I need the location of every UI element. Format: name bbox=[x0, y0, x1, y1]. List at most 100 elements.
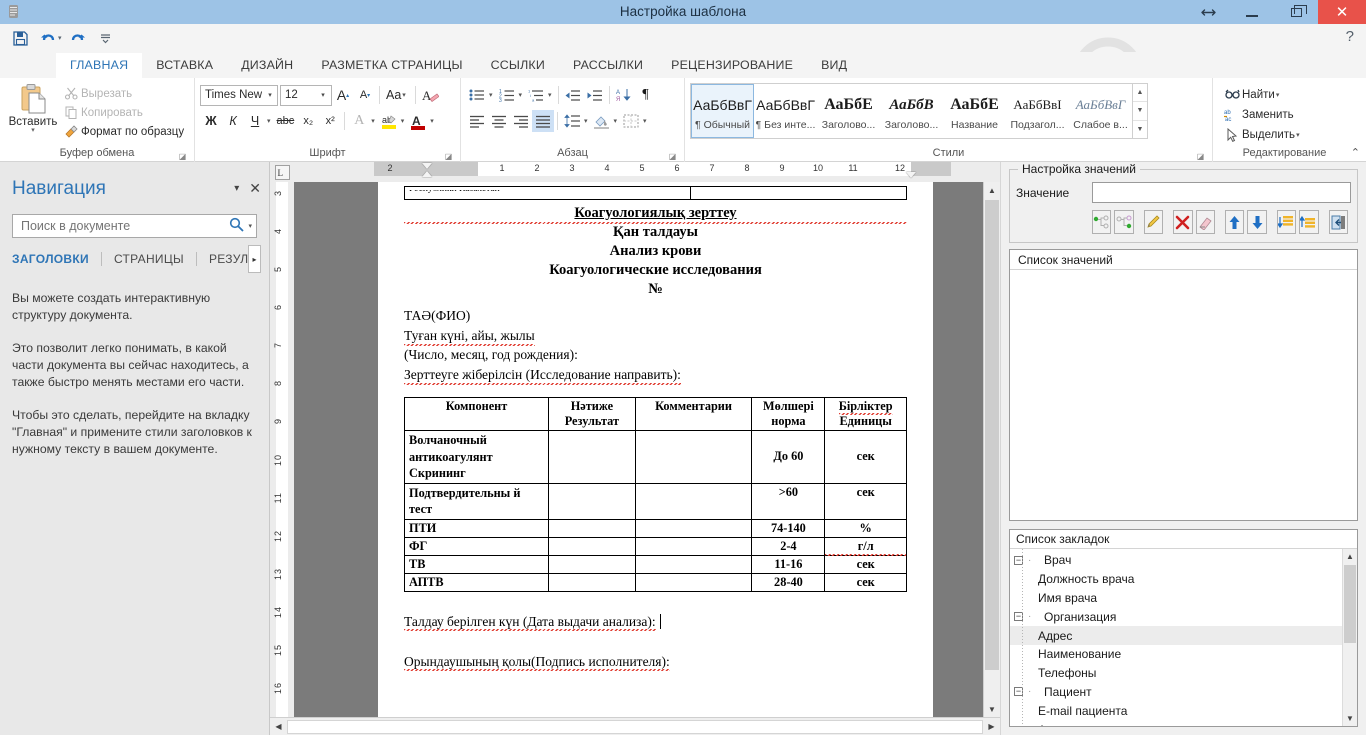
navigation-close-icon[interactable]: ✕ bbox=[249, 181, 261, 195]
document-vertical-scrollbar[interactable]: ▲ ▼ bbox=[983, 182, 1000, 717]
align-justify-icon[interactable] bbox=[532, 110, 554, 132]
cell-norm[interactable]: До 60 bbox=[751, 430, 826, 484]
cell-unit[interactable]: сек bbox=[824, 482, 907, 520]
increase-indent-icon[interactable] bbox=[584, 84, 606, 106]
scroll-down-icon[interactable]: ▼ bbox=[984, 701, 1000, 717]
styles-dialog-launcher[interactable]: ◪ bbox=[1196, 152, 1205, 161]
save-icon[interactable] bbox=[6, 25, 34, 51]
cell-component[interactable]: АПТВ bbox=[403, 572, 550, 592]
cell-comment[interactable] bbox=[634, 518, 753, 538]
document-scroll-region[interactable]: Республики Казахстан Коагуологиялық зерт… bbox=[294, 182, 1000, 717]
table-row[interactable]: ТВ 11-16 сек bbox=[403, 554, 907, 574]
underline-button[interactable]: Ч bbox=[244, 110, 266, 132]
sort-icon[interactable]: AЯ bbox=[613, 84, 635, 106]
highlight-color-icon[interactable]: ab bbox=[378, 110, 400, 132]
cell-norm[interactable]: 2-4 bbox=[751, 536, 826, 556]
tab-page-layout[interactable]: РАЗМЕТКА СТРАНИЦЫ bbox=[307, 53, 476, 78]
navigation-search-box[interactable]: ▾ bbox=[12, 214, 257, 238]
style-item-subtitle[interactable]: АаБбВвІ Подзагол... bbox=[1006, 84, 1069, 138]
styles-scroll-down-icon[interactable]: ▼ bbox=[1133, 102, 1147, 121]
first-line-indent-marker[interactable] bbox=[422, 163, 432, 169]
erase-icon[interactable] bbox=[1195, 210, 1216, 234]
align-left-icon[interactable] bbox=[466, 110, 488, 132]
cell-comment[interactable] bbox=[634, 536, 753, 556]
shrink-font-button[interactable]: A ▾ bbox=[354, 84, 376, 106]
tab-review[interactable]: РЕЦЕНЗИРОВАНИЕ bbox=[657, 53, 807, 78]
lab-table[interactable]: Компонент Нәтиже Результат Комментарии Мө… bbox=[403, 397, 907, 592]
tab-mailings[interactable]: РАССЫЛКИ bbox=[559, 53, 657, 78]
cell-norm[interactable]: 11-16 bbox=[751, 554, 826, 574]
scroll-left-icon[interactable]: ◀ bbox=[270, 718, 287, 735]
search-options-icon[interactable]: ▾ bbox=[244, 222, 252, 230]
font-color-icon[interactable]: A bbox=[407, 110, 429, 132]
align-right-icon[interactable] bbox=[510, 110, 532, 132]
tree-node-group[interactable]: − · Организация bbox=[1010, 607, 1357, 626]
cell-comment[interactable] bbox=[634, 572, 753, 592]
style-item-subtle-emphasis[interactable]: АаБбВвГ Слабое в... bbox=[1069, 84, 1132, 138]
styles-more-icon[interactable]: ▼ bbox=[1133, 121, 1147, 138]
help-icon[interactable]: ? bbox=[1346, 28, 1354, 45]
style-item-heading1[interactable]: АаБбЕ Заголово... bbox=[817, 84, 880, 138]
table-row[interactable]: ФГ 2-4 г/л bbox=[403, 536, 907, 556]
nav-tab-headings[interactable]: ЗАГОЛОВКИ bbox=[12, 250, 89, 268]
scroll-down-icon[interactable]: ▼ bbox=[1343, 711, 1357, 726]
scroll-up-icon[interactable]: ▲ bbox=[1343, 549, 1357, 564]
values-list[interactable]: Список значений bbox=[1009, 249, 1358, 521]
nav-tabs-more-icon[interactable]: ▸ bbox=[248, 245, 261, 273]
tab-stop-selector[interactable]: L bbox=[270, 162, 294, 182]
table-row[interactable]: Волчаночный антикоагулянт Скрининг До 60… bbox=[403, 430, 907, 484]
collapse-ribbon-icon[interactable]: ⌃ bbox=[1351, 146, 1360, 159]
multilevel-dropdown-icon[interactable]: ▾ bbox=[547, 91, 555, 99]
font-size-dropdown-icon[interactable]: ▾ bbox=[316, 91, 330, 99]
cell-result[interactable] bbox=[548, 518, 636, 538]
styles-gallery-scrollbar[interactable]: ▲ ▼ ▼ bbox=[1132, 84, 1147, 138]
search-icon[interactable] bbox=[229, 217, 245, 235]
hscroll-track[interactable] bbox=[287, 719, 983, 734]
tree-node-item[interactable]: Адрес пациента bbox=[1010, 720, 1357, 726]
select-dropdown-icon[interactable]: ▾ bbox=[1295, 131, 1303, 139]
numbering-dropdown-icon[interactable]: ▾ bbox=[518, 91, 526, 99]
italic-button[interactable]: К bbox=[222, 110, 244, 132]
superscript-button[interactable]: x² bbox=[319, 110, 341, 132]
tree-node-item[interactable]: Телефоны bbox=[1010, 664, 1357, 683]
right-indent-marker[interactable] bbox=[906, 172, 916, 178]
undo-dropdown-icon[interactable]: ▾ bbox=[58, 34, 62, 42]
vertical-ruler[interactable]: 3 4 5 6 7 8 9 10 11 12 13 14 15 16 bbox=[270, 182, 294, 717]
format-painter-button[interactable]: Формат по образцу bbox=[61, 122, 184, 141]
bullets-icon[interactable] bbox=[466, 84, 488, 106]
borders-dropdown-icon[interactable]: ▾ bbox=[642, 117, 650, 125]
tab-design[interactable]: ДИЗАЙН bbox=[227, 53, 307, 78]
cell-result[interactable] bbox=[548, 482, 636, 520]
style-item-no-spacing[interactable]: АаБбВвГ ¶ Без инте... bbox=[754, 84, 817, 138]
cell-unit[interactable]: % bbox=[824, 518, 907, 538]
cell-comment[interactable] bbox=[634, 430, 753, 484]
style-item-normal[interactable]: АаБбВвГ ¶ Обычный bbox=[691, 84, 754, 138]
exit-icon[interactable] bbox=[1328, 210, 1349, 234]
scroll-up-icon[interactable]: ▲ bbox=[984, 182, 1000, 198]
cell-norm[interactable]: >60 bbox=[751, 482, 826, 520]
style-item-heading2[interactable]: АаБбВ Заголово... bbox=[880, 84, 943, 138]
cell-component[interactable]: Волчаночный антикоагулянт Скрининг bbox=[403, 430, 550, 484]
cell-result[interactable] bbox=[548, 572, 636, 592]
cell-component[interactable]: ТВ bbox=[403, 554, 550, 574]
horizontal-ruler[interactable]: 2 1 2 3 4 5 6 7 8 9 10 11 12 bbox=[294, 162, 1000, 182]
cell-unit[interactable]: г/л bbox=[824, 536, 907, 556]
export-icon[interactable] bbox=[1299, 210, 1319, 234]
customize-qat-icon[interactable] bbox=[92, 25, 120, 51]
values-list-body[interactable] bbox=[1010, 270, 1357, 520]
bullets-dropdown-icon[interactable]: ▾ bbox=[488, 91, 496, 99]
clear-formatting-icon[interactable]: A bbox=[419, 84, 442, 106]
move-up-icon[interactable] bbox=[1225, 210, 1245, 234]
cell-comment[interactable] bbox=[634, 482, 753, 520]
highlight-dropdown-icon[interactable]: ▾ bbox=[400, 117, 408, 125]
resize-icon[interactable] bbox=[1186, 0, 1230, 24]
table-row[interactable]: Подтвердительны й тест >60 сек bbox=[403, 482, 907, 520]
add-sibling-icon[interactable] bbox=[1114, 210, 1134, 234]
search-input[interactable] bbox=[19, 218, 230, 234]
align-center-icon[interactable] bbox=[488, 110, 510, 132]
cell-unit[interactable]: сек bbox=[824, 554, 907, 574]
text-effects-icon[interactable]: A bbox=[348, 110, 370, 132]
find-button[interactable]: Найти ▾ bbox=[1218, 85, 1286, 105]
subscript-button[interactable]: x₂ bbox=[297, 110, 319, 132]
style-item-title[interactable]: АаБбЕ Название bbox=[943, 84, 1006, 138]
